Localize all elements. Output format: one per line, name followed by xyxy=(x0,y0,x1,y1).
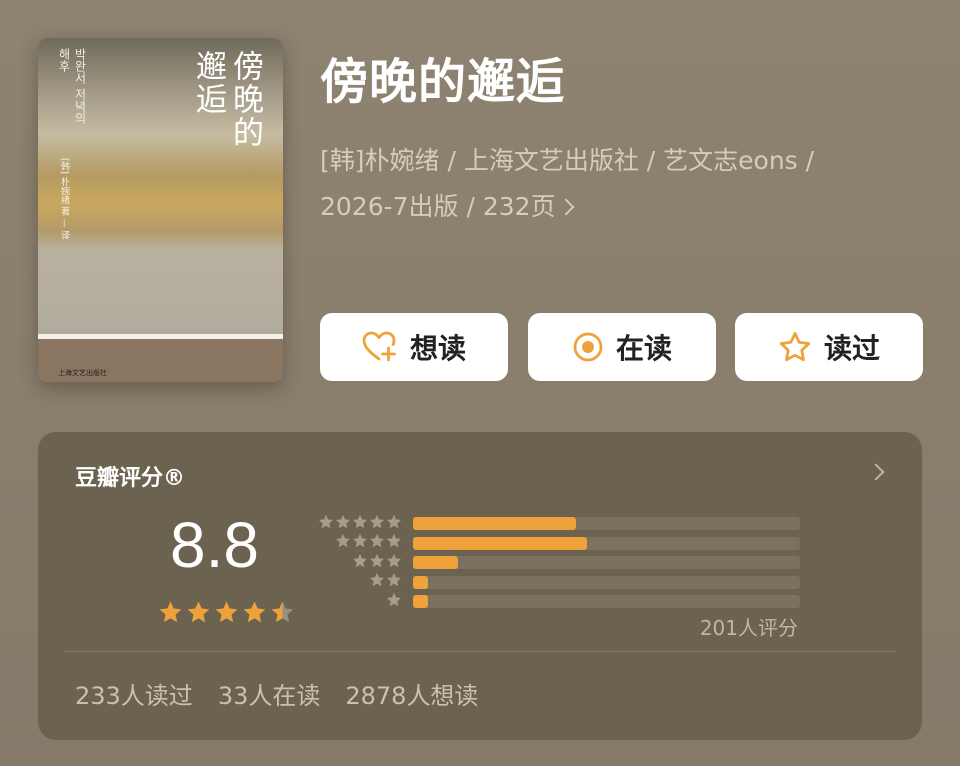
distribution-stars xyxy=(316,514,402,534)
distribution-stars xyxy=(316,592,402,612)
distribution-stars xyxy=(316,533,402,553)
rating-star-icon xyxy=(242,600,267,629)
distribution-bar-fill xyxy=(413,556,458,570)
have-read-label: 读过 xyxy=(823,332,880,365)
rating-star-icon xyxy=(186,600,211,629)
distribution-row xyxy=(316,592,801,612)
rating-score: 8.8 xyxy=(170,509,259,581)
small-star-icon xyxy=(386,533,402,553)
rating-distribution xyxy=(316,514,801,612)
cover-author: [韩] 朴婉绪 著 — 译 xyxy=(59,158,69,240)
small-star-icon xyxy=(335,533,351,553)
distribution-bar-track xyxy=(413,595,800,609)
stat-reading[interactable]: 33人在读 xyxy=(218,676,321,711)
distribution-bar-fill xyxy=(413,517,576,531)
distribution-bar-fill xyxy=(413,536,588,550)
score-stars xyxy=(158,600,295,629)
reading-label: 在读 xyxy=(615,332,672,365)
small-star-icon xyxy=(352,533,368,553)
distribution-bar-fill xyxy=(413,575,429,589)
rating-count: 201人评分 xyxy=(699,616,798,640)
rating-panel-title: 豆瓣评分® xyxy=(75,466,186,491)
reader-stats: 233人读过 33人在读 2878人想读 xyxy=(75,676,478,711)
distribution-row xyxy=(316,553,801,573)
stat-read[interactable]: 233人读过 xyxy=(75,676,193,711)
distribution-bar-track xyxy=(413,575,800,589)
have-read-button[interactable]: 读过 xyxy=(735,313,923,381)
cover-korean-title: 박완서 저녁의 해후 xyxy=(57,48,87,124)
rating-star-icon xyxy=(158,600,183,629)
distribution-row xyxy=(316,573,801,593)
want-to-read-button[interactable]: 想读 xyxy=(320,313,508,381)
small-star-icon xyxy=(369,533,385,553)
book-meta[interactable]: [韩]朴婉绪 / 上海文艺出版社 / 艺文志eons / 2026-7出版 / … xyxy=(320,138,880,230)
cover-publisher: 上海文艺出版社 xyxy=(58,369,107,377)
book-cover[interactable]: 傍晚的邂逅 박완서 저녁의 해후 [韩] 朴婉绪 著 — 译 上海文艺出版社 xyxy=(38,38,283,382)
small-star-icon xyxy=(352,514,368,534)
book-meta-line-1: [韩]朴婉绪 / 上海文艺出版社 / 艺文志eons / xyxy=(320,146,815,175)
book-title: 傍晚的邂逅 xyxy=(320,54,566,110)
reading-button[interactable]: 在读 xyxy=(528,313,716,381)
divider xyxy=(64,651,896,652)
small-star-icon xyxy=(369,572,385,592)
distribution-row xyxy=(316,534,801,554)
rating-star-icon xyxy=(270,600,295,629)
book-meta-line-2: 2026-7出版 / 232页 xyxy=(320,184,880,230)
chevron-right-icon[interactable] xyxy=(867,463,885,481)
small-star-icon xyxy=(335,514,351,534)
small-star-icon xyxy=(386,553,402,573)
stat-want[interactable]: 2878人想读 xyxy=(345,676,478,711)
small-star-icon xyxy=(369,514,385,534)
distribution-bar-track xyxy=(413,517,800,531)
small-star-icon xyxy=(352,553,368,573)
chevron-right-icon xyxy=(557,198,575,216)
small-star-icon xyxy=(318,514,334,534)
distribution-stars xyxy=(316,553,402,573)
rating-panel[interactable]: 豆瓣评分® 8.8 201人评分 233人读过 33人在读 2878人想读 xyxy=(38,432,922,740)
small-star-icon xyxy=(369,553,385,573)
target-circle-icon xyxy=(572,331,604,363)
rating-star-icon xyxy=(214,600,239,629)
small-star-icon xyxy=(386,514,402,534)
distribution-stars xyxy=(316,572,402,592)
heart-plus-icon xyxy=(362,331,398,363)
distribution-bar-fill xyxy=(413,595,429,609)
want-to-read-label: 想读 xyxy=(409,332,466,365)
small-star-icon xyxy=(386,592,402,612)
distribution-row xyxy=(316,514,801,534)
distribution-bar-track xyxy=(413,556,800,570)
distribution-bar-track xyxy=(413,536,800,550)
small-star-icon xyxy=(386,572,402,592)
cover-title: 傍晚的邂逅 xyxy=(190,50,263,149)
book-meta-line-2-text: 2026-7出版 / 232页 xyxy=(320,192,556,221)
star-outline-icon xyxy=(778,331,812,363)
